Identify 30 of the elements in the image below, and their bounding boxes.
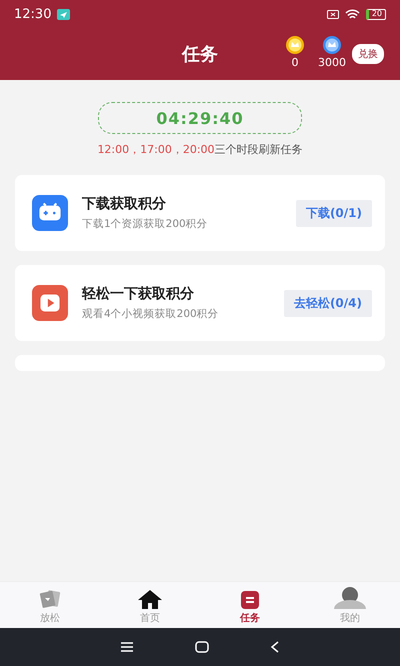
- tab-item[interactable]: 放松: [0, 582, 100, 628]
- balance-amount: 0: [292, 56, 298, 69]
- task-list-icon: [241, 591, 259, 609]
- notification-icon: [57, 8, 70, 20]
- task-description: 下载1个资源获取200积分: [82, 217, 209, 231]
- tab-item[interactable]: 任务: [200, 582, 300, 628]
- task-title: 下载获取积分: [82, 195, 167, 213]
- cards-icon: [39, 589, 61, 609]
- status-time: 12:30: [14, 6, 52, 22]
- balance-amount: 3000: [318, 56, 346, 69]
- refresh-schedule-text: 12:00，17:00，20:00三个时段刷新任务: [97, 142, 303, 157]
- battery-icon: 20: [366, 8, 386, 20]
- countdown-timer: 04:29:40: [98, 102, 302, 134]
- back-icon: [270, 641, 280, 653]
- menu-icon: [120, 641, 134, 653]
- gem-icon: [323, 36, 341, 54]
- exchange-button[interactable]: 兑换: [352, 44, 384, 64]
- home-button-icon: [194, 641, 209, 653]
- page-title: 任务: [182, 43, 218, 66]
- task-action-button[interactable]: 去轻松(0/4): [284, 290, 372, 316]
- home-icon: [137, 589, 163, 609]
- sim-icon: [326, 10, 339, 18]
- task-title: 轻松一下获取积分: [82, 285, 195, 303]
- coin-icon: [286, 36, 304, 54]
- avatar-icon: [334, 587, 366, 609]
- tab-item[interactable]: 首页: [100, 582, 200, 628]
- task-description: 观看4个小视频获取200积分: [82, 307, 220, 321]
- tab-item[interactable]: 我的: [300, 582, 400, 628]
- wifi-icon: [344, 8, 360, 20]
- task-action-button[interactable]: 下载(0/1): [296, 200, 372, 226]
